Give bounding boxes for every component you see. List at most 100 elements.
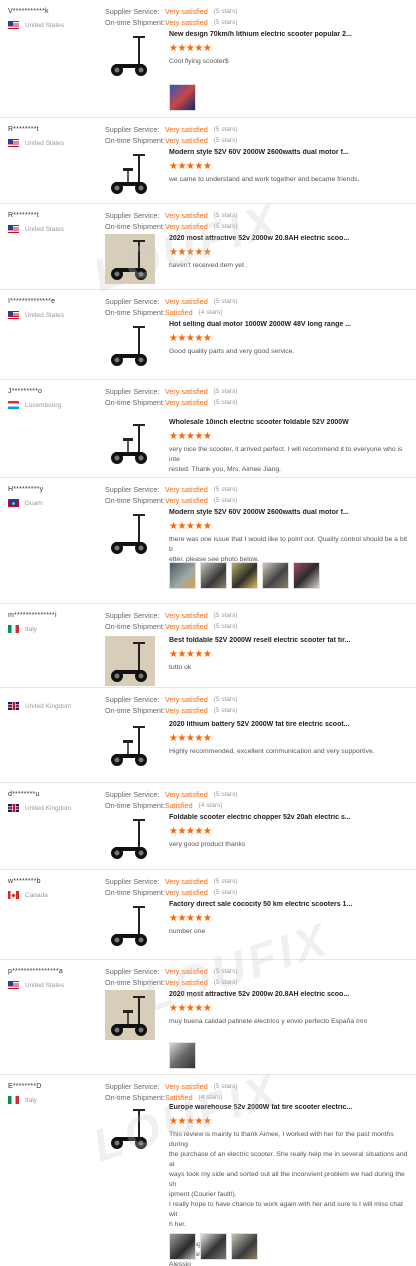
buyer-country: Italy — [8, 625, 100, 633]
reviewed-product: Foldable scooter electric chopper 52v 20… — [105, 813, 405, 867]
supplier-service-label: Supplier Service: — [105, 211, 160, 220]
review-photo-thumbnail[interactable] — [169, 1042, 196, 1069]
shipment-row: On-time Shipment: Very satisfied (5 stars) — [105, 621, 405, 632]
review-photo-thumbnail[interactable] — [169, 562, 196, 589]
country-name: Italy — [25, 1096, 37, 1104]
supplier-service-label: Supplier Service: — [105, 485, 160, 494]
shipment-row: On-time Shipment: Satisfied (4 stars) — [105, 800, 405, 811]
supplier-service-stars: (5 stars) — [213, 388, 238, 395]
buyer-country: United States — [8, 311, 100, 319]
buyer-name: H*********y — [8, 486, 44, 493]
seller-ratings: Supplier Service: Very satisfied (5 stars)… — [105, 610, 405, 632]
buyer-info: m**************i Italy — [8, 612, 100, 633]
review-photo-thumbnail[interactable] — [200, 562, 227, 589]
shipment-row: On-time Shipment: Very satisfied (5 stars) — [105, 705, 405, 716]
review-text: very good product thanks — [169, 841, 246, 848]
buyer-info: I**************e United States — [8, 298, 100, 319]
product-title-link[interactable]: 2020 most attractive 52v 2000w 20.8AH el… — [169, 991, 405, 998]
shipment-row: On-time Shipment: Very satisfied (5 stars) — [105, 397, 405, 408]
shipment-label: On-time Shipment: — [105, 801, 165, 810]
shipment-row: On-time Shipment: Satisfied (4 stars) — [105, 307, 405, 318]
review-star-rating: ★★★★★ — [169, 1116, 212, 1127]
shipment-stars: (5 stars) — [213, 707, 238, 714]
country-name: United Kingdom — [25, 804, 72, 812]
product-title-link[interactable]: Wholesale 10inch electric scooter foldab… — [169, 419, 405, 426]
buyer-info: p****************a United States — [8, 968, 100, 989]
product-title-link[interactable]: Hot selling dual motor 1000W 2000W 48V l… — [169, 321, 405, 328]
product-image[interactable] — [105, 720, 155, 770]
product-title-link[interactable]: Best foldable 52V 2000W resell electric … — [169, 637, 405, 644]
shipment-label: On-time Shipment: — [105, 622, 165, 631]
product-title-link[interactable]: Factory direct sale cococity 50 km elect… — [169, 901, 405, 908]
product-title-link[interactable]: Modern style 52V 60V 2000W 2600watts dua… — [169, 149, 405, 156]
reviewed-product: 2020 lithium battery 52V 2000W fat tire … — [105, 720, 405, 774]
review-photo-thumbnail[interactable] — [200, 1233, 227, 1260]
review-item: V***********k United States Supplier Servi… — [0, 0, 416, 118]
shipment-stars: (5 stars) — [213, 497, 238, 504]
review-photo-thumbnail[interactable] — [169, 84, 196, 111]
shipment-value: Very satisfied — [165, 978, 208, 987]
supplier-service-stars: (5 stars) — [213, 212, 238, 219]
review-star-rating: ★★★★★ — [169, 431, 212, 442]
product-title-link[interactable]: Modern style 52V 60V 2000W 2600watts dua… — [169, 509, 405, 516]
country-flag-icon — [8, 21, 19, 29]
seller-ratings: Supplier Service: Very satisfied (5 stars)… — [105, 789, 405, 811]
buyer-country: United States — [8, 139, 100, 147]
review-star-rating: ★★★★★ — [169, 913, 212, 924]
review-text: we came to understand and work together … — [169, 176, 360, 183]
product-title-link[interactable]: 2020 lithium battery 52V 2000W fat tire … — [169, 721, 405, 728]
buyer-name: E********D — [8, 1083, 42, 1090]
product-image[interactable] — [105, 148, 155, 198]
supplier-service-label: Supplier Service: — [105, 611, 160, 620]
shipment-value: Very satisfied — [165, 18, 208, 27]
shipment-row: On-time Shipment: Very satisfied (5 stars) — [105, 135, 405, 146]
seller-ratings: Supplier Service: Very satisfied (5 stars)… — [105, 876, 405, 898]
product-image[interactable] — [105, 234, 155, 284]
product-image[interactable] — [105, 418, 155, 468]
country-flag-icon — [8, 981, 19, 989]
product-image[interactable] — [105, 990, 155, 1040]
buyer-name: m**************i — [8, 612, 57, 619]
review-photo-thumbnail[interactable] — [293, 562, 320, 589]
supplier-service-stars: (5 stars) — [213, 968, 238, 975]
country-flag-icon — [8, 702, 19, 710]
review-item: H*********y Guam Supplier Service: Very sat… — [0, 478, 416, 604]
buyer-name: J*********o — [8, 388, 43, 395]
product-image[interactable] — [105, 1103, 155, 1153]
shipment-stars: (5 stars) — [213, 979, 238, 986]
review-photo-thumbnail[interactable] — [231, 1233, 258, 1260]
review-item: d********u United Kingdom Supplier Service… — [0, 783, 416, 870]
product-image[interactable] — [105, 900, 155, 950]
product-title-link[interactable]: Europe warehouse 52v 2000W fat tire scoo… — [169, 1104, 405, 1111]
product-title-link[interactable]: 2020 most attractive 52v 2000w 20.8AH el… — [169, 235, 405, 242]
supplier-service-stars: (5 stars) — [213, 878, 238, 885]
reviewed-product: New design 70km/h lithium electric scoot… — [105, 30, 405, 84]
country-name: Luxembourg — [25, 401, 62, 409]
shipment-stars: (5 stars) — [213, 889, 238, 896]
product-image[interactable] — [105, 320, 155, 370]
buyer-country: United States — [8, 225, 100, 233]
review-item: R********t United States Supplier Service:… — [0, 204, 416, 290]
product-title-link[interactable]: Foldable scooter electric chopper 52v 20… — [169, 814, 405, 821]
product-image[interactable] — [105, 30, 155, 80]
product-image[interactable] — [105, 508, 155, 558]
product-title-link[interactable]: New design 70km/h lithium electric scoot… — [169, 31, 405, 38]
country-name: United States — [25, 21, 65, 29]
product-image[interactable] — [105, 813, 155, 863]
review-star-rating: ★★★★★ — [169, 247, 212, 258]
supplier-service-value: Very satisfied — [165, 877, 208, 886]
buyer-name: w********b — [8, 878, 41, 885]
review-item: United Kingdom Supplier Service: Very sati… — [0, 688, 416, 783]
review-photo-thumbnail[interactable] — [262, 562, 289, 589]
review-star-rating: ★★★★★ — [169, 161, 212, 172]
supplier-service-row: Supplier Service: Very satisfied (5 stars) — [105, 876, 405, 887]
review-text: Cool flying scooter$ — [169, 58, 229, 65]
supplier-service-row: Supplier Service: Very satisfied (5 stars) — [105, 789, 405, 800]
review-photo-thumbnail[interactable] — [231, 562, 258, 589]
supplier-service-value: Very satisfied — [165, 125, 208, 134]
buyer-name: R********t — [8, 126, 39, 133]
buyer-country: United Kingdom — [8, 702, 100, 710]
product-image[interactable] — [105, 636, 155, 686]
review-photo-thumbnail[interactable] — [169, 1233, 196, 1260]
buyer-country: United States — [8, 21, 100, 29]
